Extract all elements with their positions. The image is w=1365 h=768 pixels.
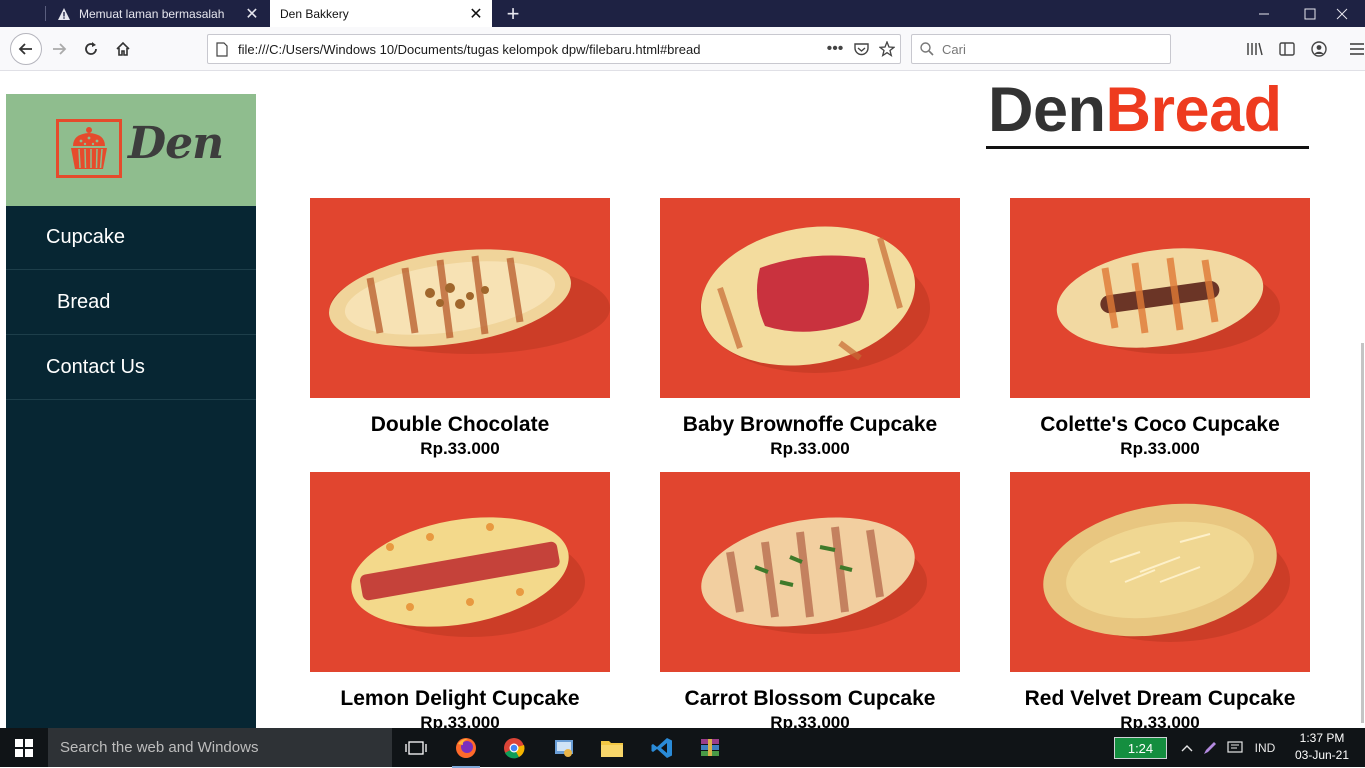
vscode-icon[interactable] (642, 732, 682, 764)
winrar-icon[interactable] (690, 732, 730, 764)
start-button[interactable] (0, 728, 48, 767)
new-tab-button[interactable]: + (500, 0, 526, 27)
page-actions-icon[interactable]: ••• (822, 40, 848, 58)
firefox-icon[interactable] (446, 732, 486, 768)
taskbar-search-box[interactable]: Search the web and Windows (48, 728, 392, 767)
product-image[interactable] (310, 472, 610, 672)
pocket-icon[interactable] (848, 42, 874, 56)
menu-item-contact-us[interactable]: Contact Us (6, 336, 256, 400)
reload-button[interactable] (76, 34, 106, 64)
chevron-up-icon[interactable] (1178, 737, 1196, 759)
brand-title: DenBread (988, 74, 1282, 146)
sidebar-toggle-icon[interactable] (1277, 39, 1297, 59)
page-viewport: Den Cupcake Bread Contact Us DenBread Do… (0, 71, 1365, 728)
product-price: Rp.33.000 (1120, 713, 1200, 728)
menu-icon[interactable] (1347, 39, 1365, 59)
bookmark-star-icon[interactable] (874, 41, 900, 57)
product-card[interactable]: Colette's Coco Cupcake Rp.33.000 (1010, 198, 1310, 459)
product-price: Rp.33.000 (1120, 439, 1200, 458)
task-view-icon[interactable] (396, 732, 436, 764)
product-name: Colette's Coco Cupcake (1040, 413, 1280, 436)
pen-icon[interactable] (1200, 737, 1220, 759)
back-button[interactable] (10, 33, 42, 65)
language-indicator[interactable]: IND (1250, 737, 1280, 759)
url-text[interactable]: file:///C:/Users/Windows 10/Documents/tu… (238, 42, 822, 57)
document-icon (216, 41, 232, 57)
battery-indicator[interactable]: 1:24 (1114, 737, 1167, 759)
product-card[interactable]: Red Velvet Dream Cupcake Rp.33.000 (1010, 472, 1310, 728)
product-price: Rp.33.000 (420, 713, 500, 728)
product-image[interactable] (1010, 198, 1310, 398)
product-image[interactable] (310, 198, 610, 398)
product-price: Rp.33.000 (770, 713, 850, 728)
taskbar-search-placeholder: Search the web and Windows (60, 739, 259, 756)
product-name: Red Velvet Dream Cupcake (1024, 687, 1296, 710)
menu-item-label: Contact Us (46, 356, 145, 378)
tab-den-bakkery[interactable]: Den Bakkery ✕ (270, 0, 492, 27)
tab-loading-error[interactable]: Memuat laman bermasalah ✕ (46, 0, 268, 27)
menu-item-bread[interactable]: Bread (6, 271, 256, 335)
forward-button[interactable] (44, 34, 74, 64)
brand-underline (986, 146, 1309, 149)
menu-item-label: Bread (57, 291, 111, 313)
minimize-button[interactable] (1241, 0, 1287, 27)
close-icon[interactable]: ✕ (242, 4, 262, 24)
windows-taskbar: Search the web and Windows 1:24 IND 1:37… (0, 728, 1365, 768)
close-window-button[interactable] (1319, 0, 1365, 27)
product-image[interactable] (660, 198, 960, 398)
brand-title-part2: Bread (1105, 75, 1283, 145)
clock-date: 03-Jun-21 (1294, 748, 1350, 762)
product-name: Carrot Blossom Cupcake (684, 687, 936, 710)
system-clock[interactable]: 1:37 PM 03-Jun-21 (1288, 730, 1356, 764)
logo-text: Den (128, 118, 224, 169)
product-name: Lemon Delight Cupcake (340, 687, 580, 710)
tab-bar: Memuat laman bermasalah ✕ Den Bakkery ✕ … (0, 0, 1365, 27)
search-bar[interactable]: Cari (911, 34, 1171, 64)
home-button[interactable] (108, 34, 138, 64)
product-name: Baby Brownoffe Cupcake (682, 413, 938, 436)
file-explorer-icon[interactable] (592, 732, 632, 764)
product-card[interactable]: Double Chocolate Rp.33.000 (310, 198, 610, 459)
search-placeholder: Cari (942, 41, 966, 57)
logo[interactable]: Den (6, 94, 256, 206)
tab-title: Memuat laman bermasalah (79, 6, 225, 21)
navigation-toolbar: file:///C:/Users/Windows 10/Documents/tu… (0, 27, 1365, 71)
close-icon[interactable]: ✕ (466, 4, 486, 24)
scrollbar-thumb[interactable] (1361, 343, 1364, 723)
cupcake-logo-icon (56, 119, 122, 178)
address-bar[interactable]: file:///C:/Users/Windows 10/Documents/tu… (207, 34, 901, 64)
sidebar: Den Cupcake Bread Contact Us (6, 94, 256, 728)
clock-time: 1:37 PM (1299, 731, 1345, 745)
product-price: Rp.33.000 (420, 439, 500, 458)
warning-icon (56, 6, 72, 22)
notification-icon[interactable] (1224, 737, 1246, 759)
product-image[interactable] (660, 472, 960, 672)
chrome-icon[interactable] (494, 732, 534, 764)
library-icon[interactable] (1245, 39, 1265, 59)
product-card[interactable]: Carrot Blossom Cupcake Rp.33.000 (660, 472, 960, 728)
menu-item-label: Cupcake (46, 226, 125, 248)
windows-logo-icon (15, 738, 33, 757)
page-scrollbar[interactable] (1359, 71, 1365, 728)
product-name: Double Chocolate (370, 413, 550, 436)
product-card[interactable]: Lemon Delight Cupcake Rp.33.000 (310, 472, 610, 728)
brand-title-part1: Den (988, 75, 1106, 145)
account-icon[interactable] (1309, 39, 1329, 59)
search-icon (920, 42, 934, 56)
product-image[interactable] (1010, 472, 1310, 672)
product-card[interactable]: Baby Brownoffe Cupcake Rp.33.000 (660, 198, 960, 459)
control-panel-icon[interactable] (544, 732, 584, 764)
menu-item-cupcake[interactable]: Cupcake (6, 206, 256, 270)
product-price: Rp.33.000 (770, 439, 850, 458)
tab-title: Den Bakkery (280, 6, 349, 21)
